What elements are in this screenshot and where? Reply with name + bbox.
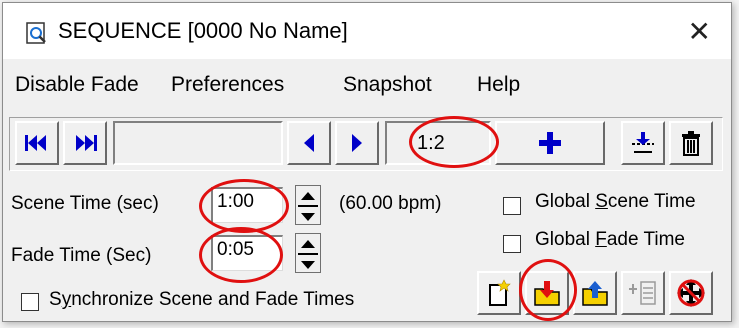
load-scene-icon xyxy=(534,281,560,306)
menu-disable-fade[interactable]: Disable Fade xyxy=(15,73,139,97)
load-scene-button[interactable] xyxy=(525,271,569,315)
scene-time-input[interactable]: 1:00 xyxy=(211,187,283,223)
rewind-button[interactable] xyxy=(15,121,59,165)
spin-down-icon[interactable] xyxy=(296,255,320,274)
menu-snapshot[interactable]: Snapshot xyxy=(343,73,432,97)
add-scene-button[interactable] xyxy=(495,121,605,165)
sequence-panel: 1:2 Scene Time (sec) 1:00 (60.00 bpm) Gl… xyxy=(3,111,731,321)
title-bar: SEQUENCE [0000 No Name] ✕ xyxy=(3,3,731,59)
fast-forward-button[interactable] xyxy=(63,121,107,165)
new-scene-button[interactable] xyxy=(477,271,521,315)
trash-icon xyxy=(682,131,700,156)
merge-button[interactable] xyxy=(621,271,665,315)
scene-time-spinner[interactable] xyxy=(295,185,321,225)
insert-icon xyxy=(632,132,654,153)
menu-bar: Disable Fade Preferences Snapshot Help xyxy=(3,73,731,105)
add-icon xyxy=(539,132,561,154)
fast-forward-icon xyxy=(76,135,97,151)
spin-up-icon[interactable] xyxy=(296,186,320,205)
next-scene-button[interactable] xyxy=(335,121,379,165)
scene-name-display xyxy=(113,121,283,165)
fade-time-spinner[interactable] xyxy=(295,233,321,273)
global-fade-time-checkbox[interactable] xyxy=(503,235,521,253)
synchronize-label: Synchronize Scene and Fade Times xyxy=(49,289,355,310)
window-title: SEQUENCE [0000 No Name] xyxy=(58,18,348,43)
insert-scene-button[interactable] xyxy=(621,121,665,165)
rewind-icon xyxy=(25,135,46,151)
bpm-readout: (60.00 bpm) xyxy=(339,193,442,214)
menu-preferences[interactable]: Preferences xyxy=(171,73,284,97)
close-button[interactable]: ✕ xyxy=(688,15,711,48)
menu-help[interactable]: Help xyxy=(477,73,520,97)
merge-icon xyxy=(629,281,656,305)
no-move-icon xyxy=(677,279,705,307)
save-scene-button[interactable] xyxy=(573,271,617,315)
save-scene-icon xyxy=(582,281,608,306)
no-move-button[interactable] xyxy=(669,271,713,315)
spin-up-icon[interactable] xyxy=(296,234,320,253)
sequence-window: SEQUENCE [0000 No Name] ✕ Disable Fade P… xyxy=(2,2,732,322)
spin-down-icon[interactable] xyxy=(296,207,320,226)
scene-time-label: Scene Time (sec) xyxy=(11,193,159,214)
fade-time-label: Fade Time (Sec) xyxy=(11,245,152,266)
scene-counter: 1:2 xyxy=(417,132,445,154)
new-scene-icon xyxy=(489,279,511,306)
global-fade-time-label: Global Fade Time xyxy=(535,229,685,250)
magnifier-document-icon xyxy=(26,22,46,44)
fade-time-input[interactable]: 0:05 xyxy=(211,235,283,271)
delete-scene-button[interactable] xyxy=(669,121,713,165)
scene-counter-box: 1:2 xyxy=(385,121,491,165)
next-icon xyxy=(352,134,362,152)
previous-icon xyxy=(304,134,314,152)
previous-scene-button[interactable] xyxy=(287,121,331,165)
global-scene-time-checkbox[interactable] xyxy=(503,197,521,215)
global-scene-time-label: Global Scene Time xyxy=(535,191,696,212)
synchronize-checkbox[interactable] xyxy=(21,293,39,311)
